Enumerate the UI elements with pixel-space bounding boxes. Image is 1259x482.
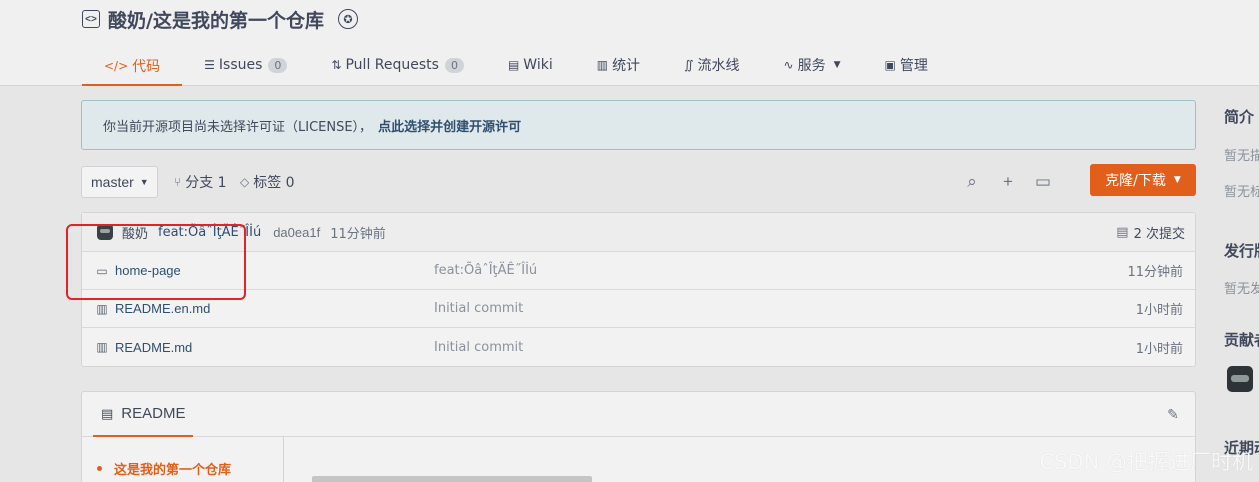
wiki-icon: ▤ — [507, 58, 520, 72]
file-link[interactable]: ▥ README.en.md — [94, 301, 210, 316]
commits-icon: ▤ — [1116, 225, 1129, 240]
tab-stats-label: 统计 — [612, 58, 641, 74]
tab-pipeline[interactable]: ∬ 流水线 — [662, 46, 761, 84]
table-row: ▭ home-page feat:ÕâˆÎţÄÊ˝Îİú 11分钟前 — [82, 252, 1195, 290]
readme-header: ▤ README ✎ — [82, 392, 1195, 437]
tab-pull-requests[interactable]: ⇅ Pull Requests 0 — [309, 46, 486, 84]
book-icon: ▥ — [96, 340, 108, 354]
branch-select-value: master — [91, 174, 134, 190]
file-name: README.md — [115, 339, 193, 355]
file-time: 1小时前 — [1135, 303, 1183, 318]
intro-heading: 简介 — [1224, 108, 1255, 126]
branches-link[interactable]: ⑂ 分支 1 — [174, 166, 227, 198]
service-icon: ∿ — [783, 58, 794, 72]
toc-bullet-icon — [97, 466, 102, 471]
license-notice: 你当前开源项目尚未选择许可证（LICENSE）， 点此选择并创建开源许可 — [81, 100, 1196, 150]
edit-icon[interactable]: ✎ — [1165, 406, 1181, 422]
annotation-highlight-box — [66, 224, 246, 300]
pipeline-icon: ∬ — [684, 58, 694, 72]
create-license-link[interactable]: 点此选择并创建开源许可 — [378, 116, 521, 135]
release-desc: 暂无发 — [1224, 282, 1259, 297]
avatar[interactable] — [1227, 366, 1253, 392]
file-commit-message[interactable]: Initial commit — [434, 301, 523, 316]
file-commit-message[interactable]: Initial commit — [434, 340, 523, 355]
watermark: CSDN @把握进厂时机 — [1039, 450, 1253, 474]
readme-tab[interactable]: ▤ README — [93, 392, 194, 437]
tags-link[interactable]: ◇ 标签 0 — [240, 166, 295, 198]
tab-manage[interactable]: ▣ 管理 — [863, 46, 950, 84]
tab-service[interactable]: ∿ 服务 ▼ — [762, 46, 863, 84]
tab-pipeline-label: 流水线 — [697, 58, 740, 74]
readme-heading-cutoff — [312, 476, 592, 482]
pull-request-icon: ⇅ — [331, 58, 342, 72]
repo-name-link[interactable]: 酸奶/这是我的第一个仓库 — [108, 6, 324, 33]
issues-count-badge: 0 — [268, 57, 288, 73]
recommend-badge-icon[interactable]: ✪ — [337, 9, 358, 29]
chevron-down-icon: ▼ — [833, 60, 841, 70]
repo-icon: <> — [82, 10, 100, 28]
repo-tabs: </> 代码 ☰ Issues 0 ⇅ Pull Requests 0 ▤ Wiki ▥ 统计… — [82, 46, 950, 86]
book-icon: ▥ — [96, 301, 108, 316]
branch-select[interactable]: master ▼ — [81, 166, 158, 198]
repo-header: <> 酸奶/这是我的第一个仓库 ✪ </> 代码 ☰ Issues 0 ⇅ Pull R… — [0, 0, 1259, 86]
readme-toc: 这是我的第一个仓库 — [82, 437, 284, 482]
toc-item[interactable]: 这是我的第一个仓库 — [97, 459, 231, 478]
tags-label: 标签 0 — [253, 175, 295, 191]
readme-icon: ▤ — [101, 405, 114, 421]
tab-code-label: 代码 — [132, 59, 161, 75]
file-name: README.en.md — [115, 301, 211, 316]
branch-icon: ⑂ — [174, 175, 182, 189]
commit-count-link[interactable]: ▤ 2 次提交 — [1116, 213, 1185, 252]
file-commit-message[interactable]: feat:ÕâˆÎţÄÊ˝Îİú — [434, 263, 537, 278]
toc-item-label: 这是我的第一个仓库 — [114, 463, 232, 478]
intro-tags: 暂无标 — [1224, 185, 1259, 200]
clone-download-button[interactable]: 克隆/下载 ▼ — [1090, 164, 1196, 196]
pull-requests-count-badge: 0 — [444, 57, 464, 73]
tag-icon: ◇ — [240, 175, 250, 189]
tab-issues-label: Issues — [218, 57, 263, 73]
issues-icon: ☰ — [204, 58, 215, 72]
tab-wiki[interactable]: ▤ Wiki — [486, 46, 575, 84]
license-notice-text: 你当前开源项目尚未选择许可证（LICENSE）， — [103, 119, 373, 135]
last-commit-row: 酸奶 feat:ÕâˆÎţÄÊ˝Îİú da0ea1f 11分钟前 ▤ 2 次提… — [82, 213, 1195, 252]
tab-code[interactable]: </> 代码 — [82, 46, 183, 86]
commit-hash[interactable]: da0ea1f — [273, 225, 320, 240]
stats-icon: ▥ — [596, 58, 609, 72]
tab-wiki-label: Wiki — [523, 57, 553, 73]
file-list: 酸奶 feat:ÕâˆÎţÄÊ˝Îİú da0ea1f 11分钟前 ▤ 2 次提… — [81, 212, 1196, 367]
clone-download-label: 克隆/下载 — [1105, 173, 1166, 189]
tab-issues[interactable]: ☰ Issues 0 — [182, 46, 309, 84]
chevron-down-icon: ▼ — [1173, 175, 1181, 185]
tab-stats[interactable]: ▥ 统计 — [575, 46, 662, 84]
table-row: ▥ README.md Initial commit 1小时前 — [82, 328, 1195, 366]
manage-icon: ▣ — [884, 58, 896, 72]
file-time: 11分钟前 — [1127, 265, 1183, 280]
readme-panel: ▤ README ✎ 这是我的第一个仓库 — [81, 391, 1196, 482]
repo-title-row: <> 酸奶/这是我的第一个仓库 ✪ — [82, 6, 358, 32]
commit-count-label: 2 次提交 — [1133, 227, 1185, 242]
code-icon: </> — [104, 59, 129, 73]
repo-toolbar: master ▼ ⑂ 分支 1 ◇ 标签 0 ⌕ + ▭ 克隆/下载 ▼ — [81, 164, 1196, 198]
web-ide-icon[interactable]: ▭ — [1032, 166, 1054, 198]
branches-label: 分支 1 — [185, 175, 227, 191]
chevron-down-icon: ▼ — [139, 177, 149, 187]
commit-time: 11分钟前 — [330, 226, 386, 242]
table-row: ▥ README.en.md Initial commit 1小时前 — [82, 290, 1195, 328]
file-link[interactable]: ▥ README.md — [94, 340, 192, 355]
tab-pull-requests-label: Pull Requests — [345, 57, 439, 73]
contributors-heading: 贡献者 — [1224, 331, 1259, 349]
tab-service-label: 服务 — [797, 58, 826, 74]
search-icon[interactable]: ⌕ — [961, 166, 983, 198]
tab-manage-label: 管理 — [899, 58, 928, 74]
readme-tab-label: README — [121, 405, 186, 422]
intro-desc: 暂无描 — [1224, 149, 1259, 164]
right-sidebar: 简介 暂无描 暂无标 发行版 暂无发 贡献者 近期动 — [1224, 100, 1259, 482]
add-file-icon[interactable]: + — [997, 166, 1019, 198]
file-time: 1小时前 — [1135, 341, 1183, 357]
release-heading: 发行版 — [1224, 242, 1259, 260]
